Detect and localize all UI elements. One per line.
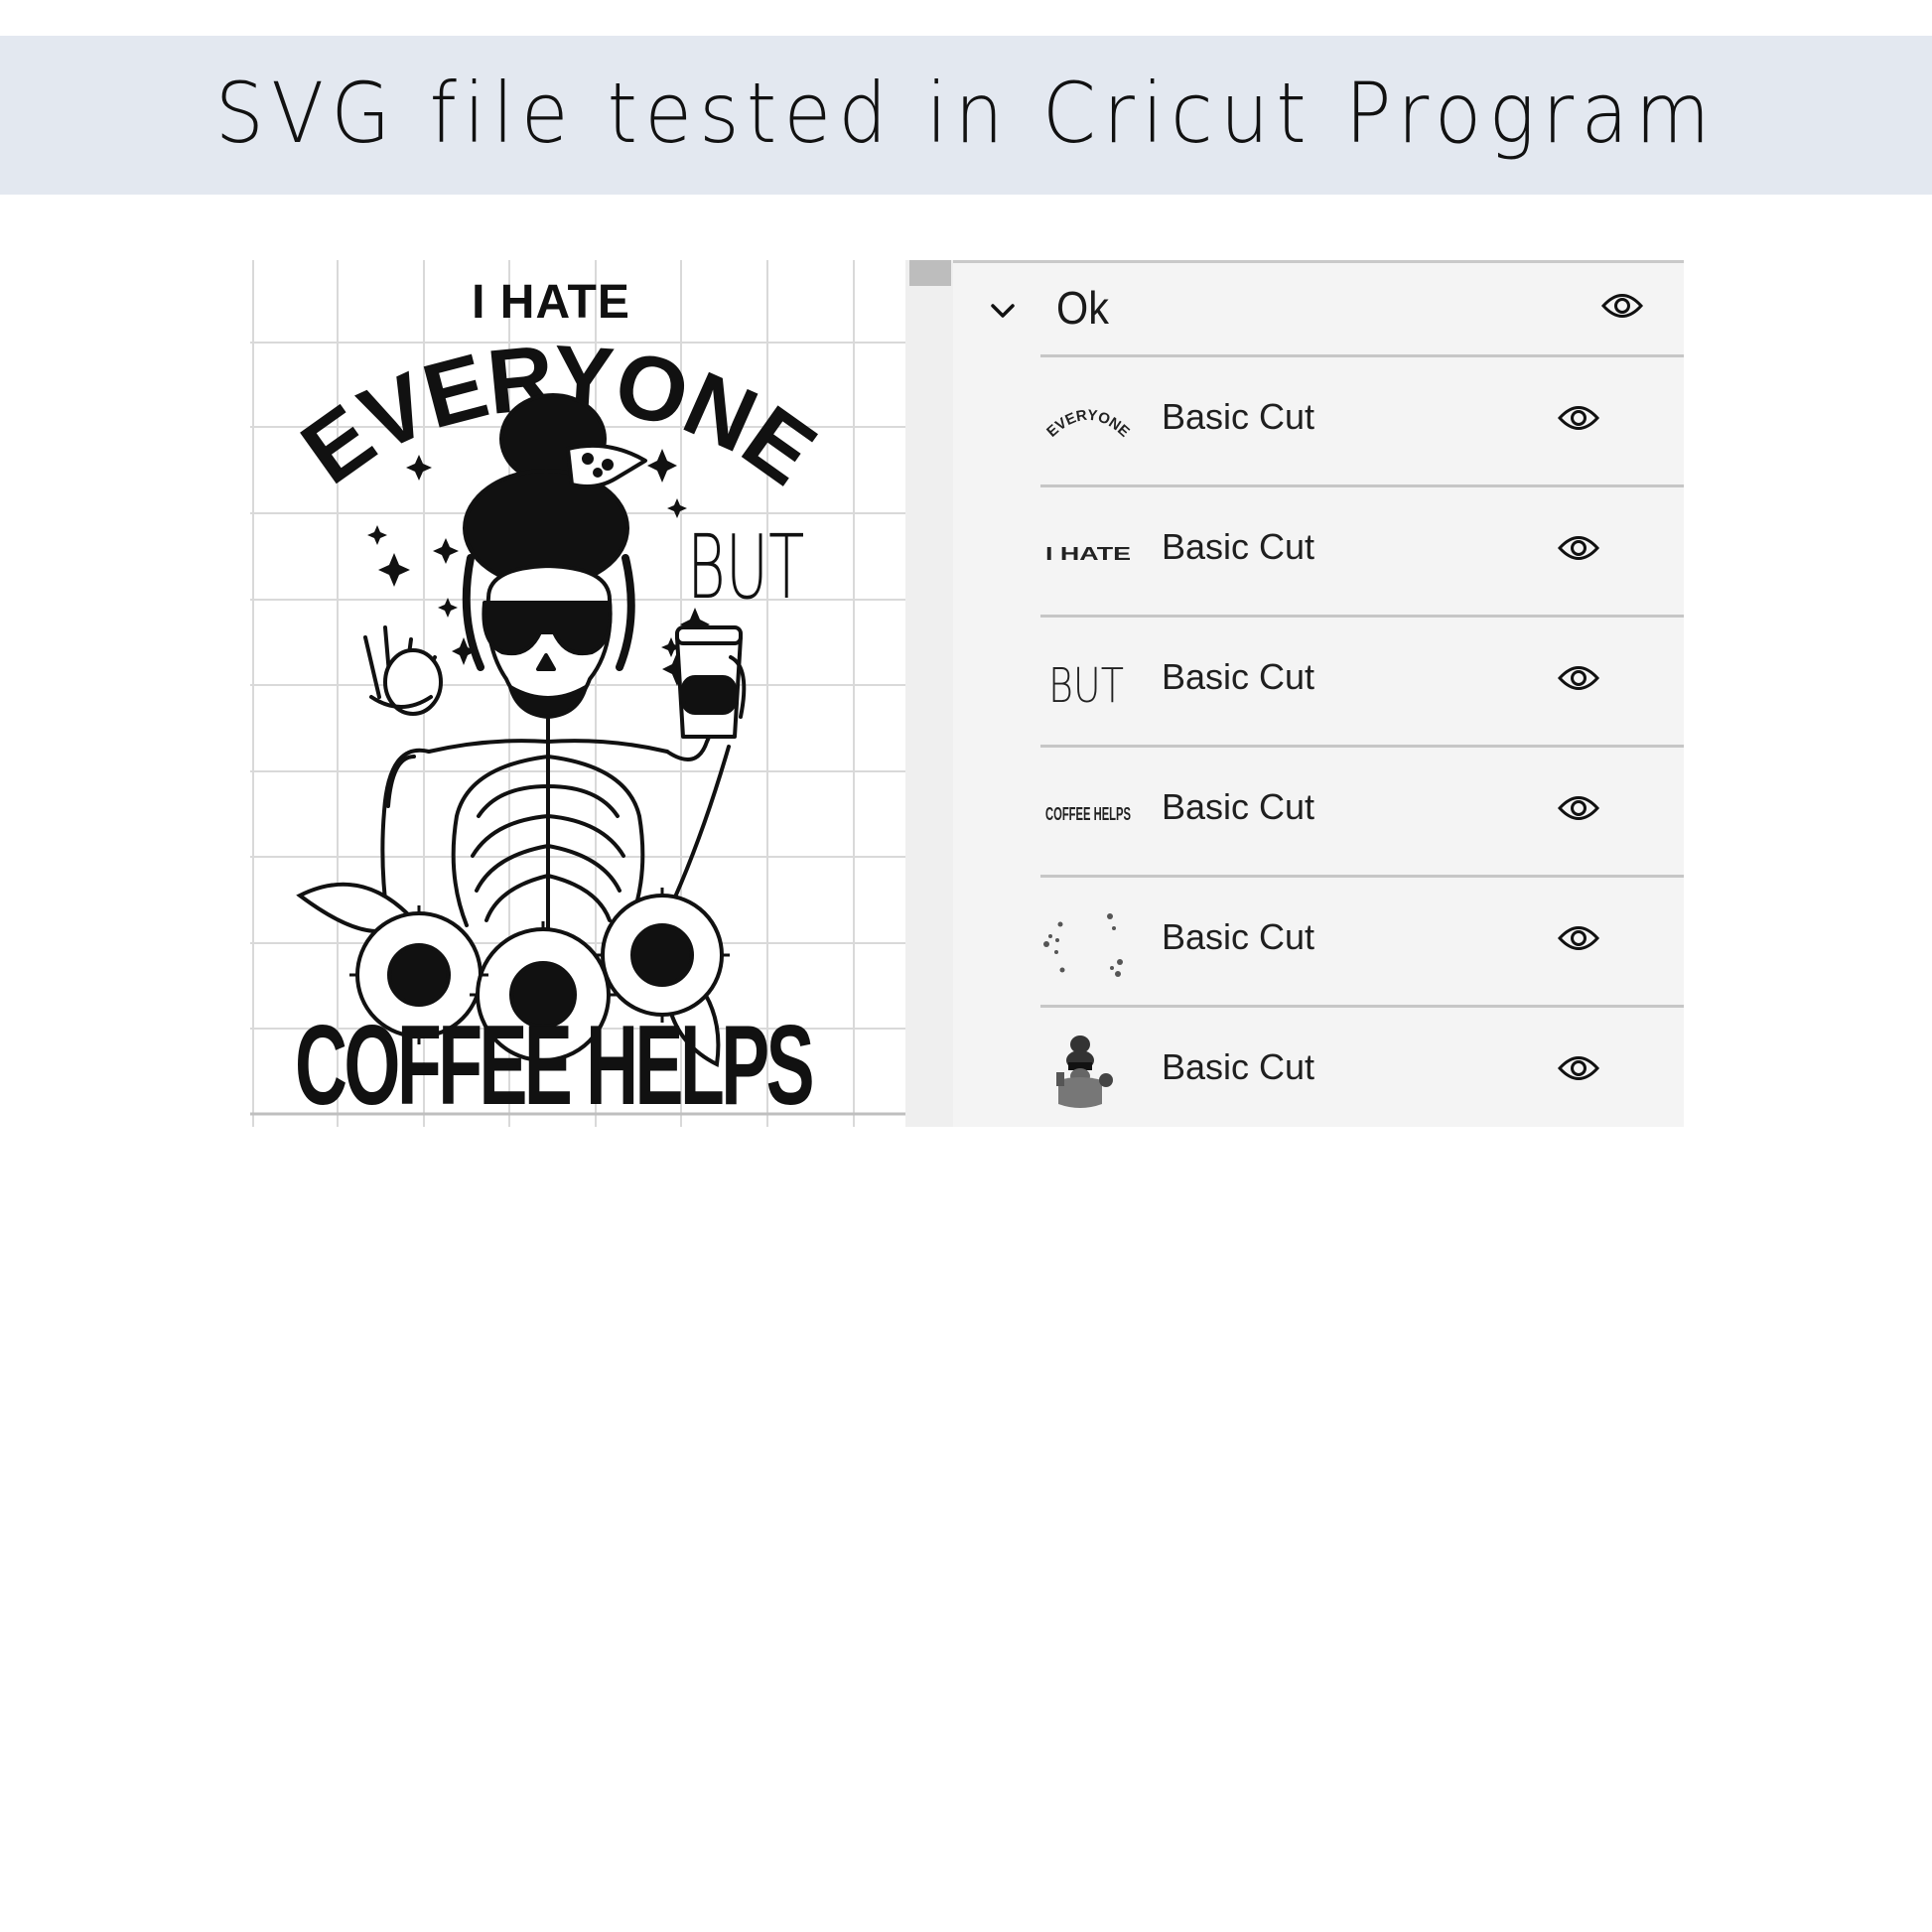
eye-icon[interactable]: [1600, 291, 1644, 321]
layer-row[interactable]: EVERYONE Basic Cut: [1040, 354, 1684, 482]
layer-row[interactable]: BUT Basic Cut: [1040, 615, 1684, 742]
layer-thumbnail: COFFEE HELPS: [1040, 772, 1136, 852]
banner-title: SVG file tested in Cricut Program: [214, 65, 1718, 162]
design-text-coffee-helps: COFFEE HELPS: [295, 1002, 812, 1127]
eye-icon[interactable]: [1557, 1053, 1600, 1083]
layer-row[interactable]: Basic Cut: [1040, 1005, 1684, 1132]
design-text-i-hate: I HATE: [472, 276, 630, 329]
svg-text:EVERYONE: EVERYONE: [1043, 407, 1133, 441]
chevron-down-icon[interactable]: [985, 293, 1021, 329]
eye-icon[interactable]: [1557, 403, 1600, 433]
skeleton-illustration: [363, 393, 747, 962]
sparkle: [378, 553, 410, 587]
layer-group-ok[interactable]: Ok: [953, 263, 1684, 357]
layer-row[interactable]: COFFEE HELPS Basic Cut: [1040, 745, 1684, 872]
thumb-text: BUT: [1048, 658, 1124, 714]
layer-label: Basic Cut: [1162, 396, 1315, 437]
sparkle: [433, 538, 459, 564]
layer-label: Basic Cut: [1162, 1046, 1315, 1087]
layer-row[interactable]: I HATE Basic Cut: [1040, 484, 1684, 612]
layer-thumbnail: BUT: [1040, 642, 1136, 722]
sparkle: [367, 525, 387, 545]
eye-icon[interactable]: [1557, 663, 1600, 693]
eye-icon[interactable]: [1557, 923, 1600, 953]
group-name: Ok: [1056, 282, 1109, 334]
layers-panel: Ok EVERYONE Basic Cut I HATE Basic Cut BUT Ba…: [953, 260, 1684, 1127]
thumb-text: COFFEE HELPS: [1045, 804, 1131, 824]
title-banner: SVG file tested in Cricut Program: [0, 36, 1932, 195]
layers-scrollbar[interactable]: [905, 260, 953, 1127]
design-text-but: BUT: [687, 516, 804, 620]
eye-icon[interactable]: [1557, 533, 1600, 563]
layer-thumbnail: I HATE: [1040, 512, 1136, 592]
layer-label: Basic Cut: [1162, 656, 1315, 697]
layer-thumbnail: [1040, 1033, 1136, 1112]
layer-thumbnail: EVERYONE: [1040, 382, 1136, 462]
layer-label: Basic Cut: [1162, 526, 1315, 567]
sparkle: [647, 449, 677, 483]
eye-icon[interactable]: [1557, 793, 1600, 823]
layer-label: Basic Cut: [1162, 916, 1315, 957]
layer-label: Basic Cut: [1162, 786, 1315, 827]
design-canvas[interactable]: I HATE EVERYONE BUT COFFEE HELPS: [250, 260, 905, 1127]
sparkle: [438, 598, 458, 618]
sparkle: [667, 498, 687, 518]
thumb-text: EVERYONE: [1043, 407, 1133, 441]
thumb-text: I HATE: [1045, 544, 1131, 564]
design-artwork: I HATE EVERYONE BUT COFFEE HELPS: [284, 276, 833, 1127]
layer-row[interactable]: Basic Cut: [1040, 875, 1684, 1002]
layer-thumbnail: [1040, 902, 1136, 982]
scrollbar-thumb[interactable]: [909, 260, 951, 286]
